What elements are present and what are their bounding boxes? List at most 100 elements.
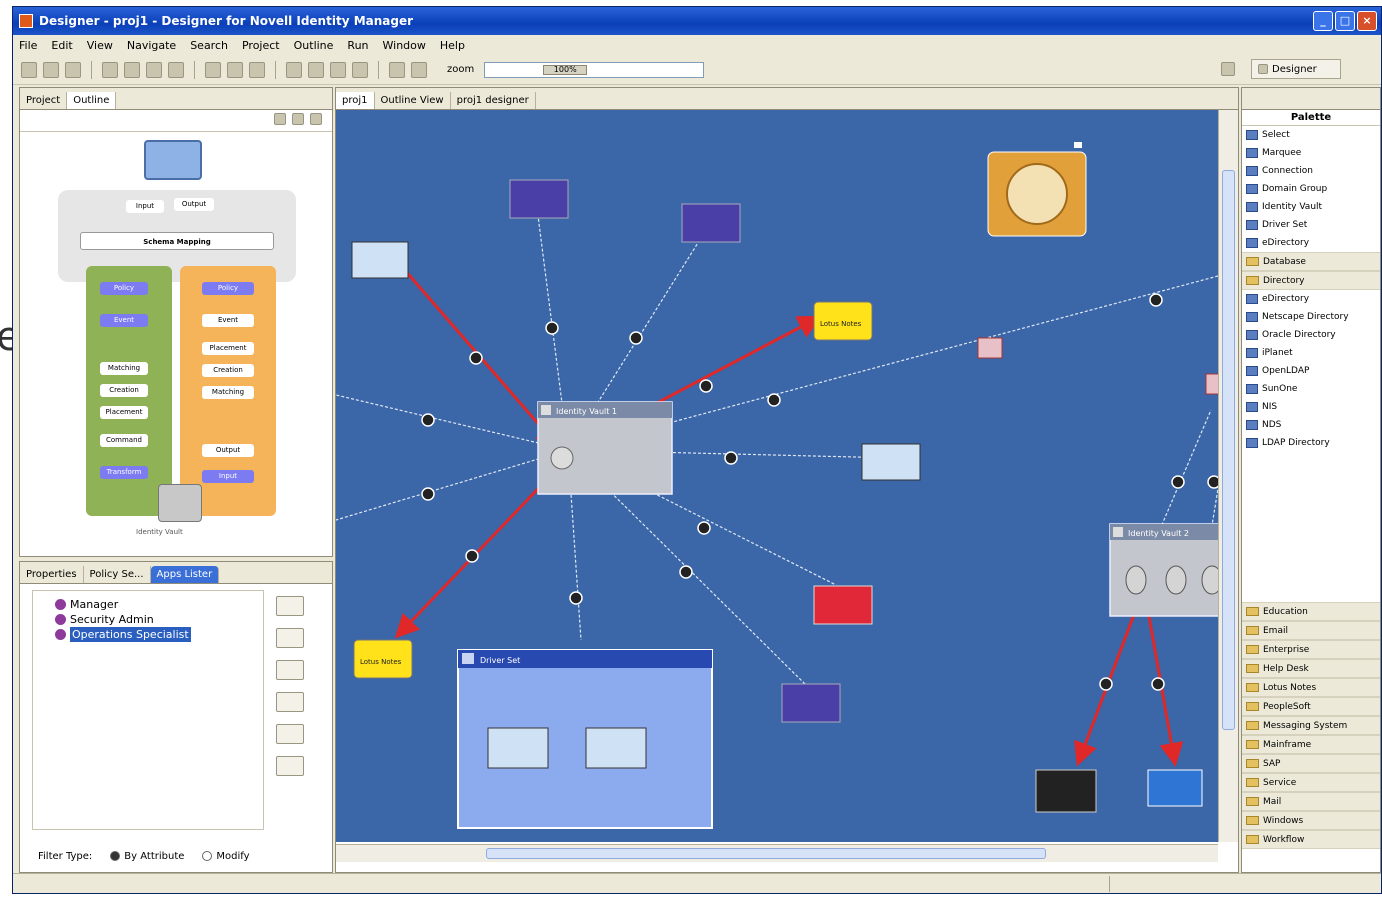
menu-project[interactable]: Project [242, 39, 280, 52]
menu-view[interactable]: View [87, 39, 113, 52]
user-app-icon[interactable] [1035, 769, 1097, 813]
horizontal-scrollbar[interactable] [336, 844, 1218, 862]
deploy-icon[interactable] [249, 61, 265, 78]
modeler-canvas[interactable]: Identity Vault 1 Identity Vault 2 Driver… [336, 110, 1218, 842]
lotus-notes-app[interactable]: Lotus Notes [353, 639, 413, 679]
palette-drawer[interactable]: Directory [1242, 271, 1380, 290]
palette-drawer[interactable]: PeopleSoft [1242, 697, 1380, 716]
palette-tool[interactable]: Select [1242, 126, 1380, 144]
palette-drawer[interactable]: Education [1242, 602, 1380, 621]
maximize-button[interactable]: □ [1335, 11, 1355, 31]
palette-directory-item[interactable]: iPlanet [1242, 344, 1380, 362]
menu-search[interactable]: Search [190, 39, 228, 52]
hp-app-icon[interactable] [1147, 769, 1203, 807]
palette-drawer[interactable]: Lotus Notes [1242, 678, 1380, 697]
palette-directory-item[interactable]: Netscape Directory [1242, 308, 1380, 326]
palette-tool[interactable]: Identity Vault [1242, 198, 1380, 216]
palette-drawer[interactable]: Windows [1242, 811, 1380, 830]
tab-outline-view[interactable]: Outline View [375, 92, 451, 109]
driver-set-group[interactable]: Driver Set [457, 649, 713, 829]
import-button[interactable] [276, 756, 304, 776]
palette-directory-item[interactable]: SunOne [1242, 380, 1380, 398]
refresh-button[interactable] [276, 596, 304, 616]
palette-directory-item[interactable]: Oracle Directory [1242, 326, 1380, 344]
tab-properties[interactable]: Properties [20, 566, 84, 583]
save-icon[interactable] [43, 61, 59, 78]
search-icon[interactable] [286, 61, 302, 78]
identity-vault-2[interactable]: Identity Vault 2 [1109, 523, 1218, 617]
palette-drawer[interactable]: Mail [1242, 792, 1380, 811]
sort-icon[interactable] [274, 113, 286, 125]
tab-project[interactable]: Project [20, 92, 68, 109]
delete-icon[interactable] [124, 61, 140, 78]
palette-directory-item[interactable]: LDAP Directory [1242, 434, 1380, 452]
zoom-value[interactable]: 100% [543, 64, 588, 75]
menu-file[interactable]: File [19, 39, 37, 52]
tree-item[interactable]: Security Admin [55, 612, 255, 627]
novell-directory-icon[interactable] [681, 203, 741, 243]
globe-app[interactable] [987, 142, 1087, 237]
menu-run[interactable]: Run [347, 39, 368, 52]
filter-option-attribute[interactable]: By Attribute [110, 851, 184, 862]
align-right-icon[interactable] [227, 61, 243, 78]
edit-button[interactable] [276, 660, 304, 680]
small-app-icon[interactable] [1205, 373, 1218, 395]
tab-outline[interactable]: Outline [67, 92, 117, 109]
pin-icon[interactable] [352, 61, 368, 78]
palette-drawer[interactable]: Workflow [1242, 830, 1380, 849]
export-button[interactable] [276, 724, 304, 744]
palette-directory-item[interactable]: OpenLDAP [1242, 362, 1380, 380]
menu-edit[interactable]: Edit [51, 39, 72, 52]
palette-directory-item[interactable]: NIS [1242, 398, 1380, 416]
forward-icon[interactable] [411, 61, 427, 78]
close-button[interactable]: × [1357, 11, 1377, 31]
small-app-icon[interactable] [977, 337, 1003, 359]
minimize-button[interactable]: _ [1313, 11, 1333, 31]
novell-directory-icon[interactable] [781, 683, 841, 723]
palette-drawer[interactable]: Messaging System [1242, 716, 1380, 735]
remove-button[interactable] [276, 692, 304, 712]
tree-item[interactable]: Manager [55, 597, 255, 612]
palette-directory-item[interactable]: NDS [1242, 416, 1380, 434]
zoom-slider[interactable]: 100% [484, 61, 705, 78]
palette-drawer[interactable]: SAP [1242, 754, 1380, 773]
palette-drawer[interactable]: Email [1242, 621, 1380, 640]
run-icon[interactable] [308, 61, 324, 78]
identity-vault-1[interactable]: Identity Vault 1 [537, 401, 673, 495]
database-icon[interactable] [813, 585, 873, 625]
add-button[interactable] [276, 628, 304, 648]
undo-icon[interactable] [146, 61, 162, 78]
filter-option-modify[interactable]: Modify [202, 851, 250, 862]
tab-apps-lister[interactable]: Apps Lister [150, 566, 220, 583]
back-icon[interactable] [389, 61, 405, 78]
lotus-notes-app[interactable]: Lotus Notes [813, 301, 873, 341]
perspective-switcher[interactable]: Designer [1251, 59, 1341, 79]
application-icon[interactable] [861, 443, 921, 481]
palette-drawer[interactable]: Mainframe [1242, 735, 1380, 754]
palette-tool[interactable]: eDirectory [1242, 234, 1380, 252]
debug-icon[interactable] [330, 61, 346, 78]
menu-outline[interactable]: Outline [294, 39, 334, 52]
scroll-thumb[interactable] [486, 848, 1046, 859]
tab-proj1[interactable]: proj1 [336, 92, 375, 109]
vertical-scrollbar[interactable] [1218, 110, 1238, 842]
menu-help[interactable]: Help [440, 39, 465, 52]
tab-policy-set[interactable]: Policy Se... [84, 566, 151, 583]
palette-drawer[interactable]: Help Desk [1242, 659, 1380, 678]
palette-tool[interactable]: Connection [1242, 162, 1380, 180]
print-icon[interactable] [65, 61, 81, 78]
palette-drawer[interactable]: Enterprise [1242, 640, 1380, 659]
palette-tool[interactable]: Marquee [1242, 144, 1380, 162]
menu-window[interactable]: Window [383, 39, 426, 52]
filter-icon[interactable] [292, 113, 304, 125]
scroll-thumb[interactable] [1222, 170, 1235, 730]
tab-proj1-designer[interactable]: proj1 designer [451, 92, 536, 109]
palette-drawer[interactable]: Service [1242, 773, 1380, 792]
open-perspective-icon[interactable] [1221, 62, 1235, 76]
new-icon[interactable] [21, 61, 37, 78]
redo-icon[interactable] [168, 61, 184, 78]
palette-drawer[interactable]: Database [1242, 252, 1380, 271]
tree-item-selected[interactable]: Operations Specialist [55, 627, 255, 642]
copy-icon[interactable] [102, 61, 118, 78]
novell-directory-icon[interactable] [509, 179, 569, 219]
